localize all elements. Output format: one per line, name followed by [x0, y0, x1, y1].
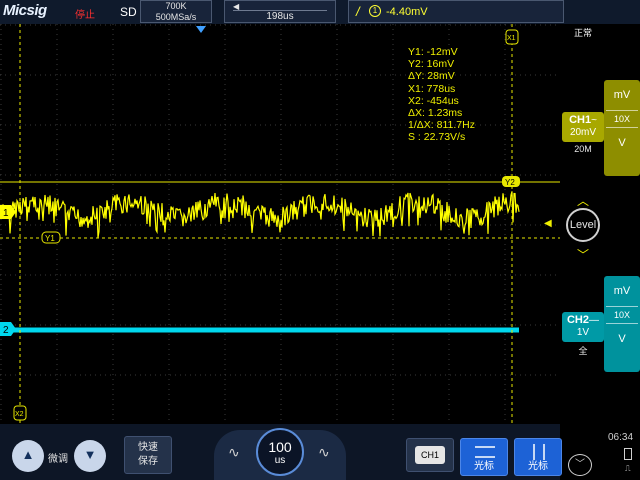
- ch1-label: CH1: [569, 114, 592, 126]
- timebase-increase-icon[interactable]: ∿: [318, 444, 330, 461]
- ch1-trace: [0, 191, 520, 238]
- quick-save-label-1: 快速: [138, 442, 158, 453]
- readout-dy: ΔY: 28mV: [408, 70, 455, 83]
- trigger-source: 1: [369, 5, 381, 17]
- bottom-toolbar: ▲ 微调 ▼ 快速 保存 ∿ 100 us ∿ CH1 光标 光标: [0, 424, 562, 480]
- acquisition-settings[interactable]: 700K 500MSa/s: [140, 0, 212, 23]
- ch2-scale-down[interactable]: V: [604, 324, 640, 354]
- quick-save-label-2: 保存: [138, 456, 158, 467]
- trigger-level-knob[interactable]: Level: [566, 208, 600, 242]
- trigger-level-up-icon[interactable]: ︿: [577, 192, 589, 209]
- right-panel: mV 10X V CH1~ 20mV 20M ︿ ◀ Level ﹀ mV 10…: [544, 24, 640, 480]
- waveform-display[interactable]: 1 2 Y2 Y1 X1 X2 Y1: -12mV Y2: 16mV ΔY: 2…: [0, 24, 560, 424]
- cursor-source-button[interactable]: CH1: [406, 438, 454, 472]
- clock: 06:34: [608, 432, 634, 443]
- ch2-scale-up[interactable]: mV: [604, 276, 640, 306]
- readout-inv-dx: 1/ΔX: 811.7Hz: [408, 119, 475, 132]
- ch2-scale: 1V: [576, 327, 590, 338]
- ch1-card[interactable]: CH1~ 20mV 20M: [562, 112, 604, 154]
- readout-x1: X1: 778us: [408, 82, 456, 95]
- fine-adjust-label: 微调: [48, 454, 68, 465]
- vertical-cursor-label: 光标: [528, 461, 548, 472]
- ch2-probe-ratio[interactable]: 10X: [606, 306, 638, 324]
- ch1-coupling: ~: [591, 115, 597, 126]
- fine-up-button[interactable]: ▲: [12, 440, 44, 472]
- trigger-level-down-icon[interactable]: ﹀: [577, 246, 589, 263]
- trigger-level: -4.40mV: [386, 6, 428, 18]
- trigger-settings-box[interactable]: / 1 -4.40mV: [348, 0, 564, 23]
- timebase-dial[interactable]: 100 us: [256, 428, 304, 476]
- readout-y2: Y2: 16mV: [408, 58, 455, 71]
- waveform-canvas: 1 2 Y2 Y1 X1 X2: [0, 24, 560, 424]
- brand-logo: Micsig: [3, 2, 47, 19]
- up-arrow-icon: ▲: [21, 447, 35, 462]
- horizontal-cursor-label: 光标: [474, 461, 494, 472]
- timebase-unit: us: [274, 455, 286, 466]
- run-state[interactable]: 停止: [75, 6, 95, 21]
- ch2-label: CH2: [566, 314, 589, 326]
- y1-marker: Y1: [45, 234, 55, 243]
- timebase-value: 100: [268, 439, 292, 455]
- readout-y1: Y1: -12mV: [408, 46, 458, 58]
- trigger-position-icon[interactable]: [196, 26, 206, 33]
- x1-marker: X1: [507, 35, 516, 42]
- usb-icon: ⎍: [625, 464, 631, 473]
- ch2-bandwidth: 全: [578, 346, 588, 356]
- timebase-decrease-icon[interactable]: ∿: [228, 444, 240, 461]
- battery-icon: [624, 448, 632, 460]
- ch1-scale-down[interactable]: V: [604, 128, 640, 158]
- ch1-scale-up[interactable]: mV: [604, 80, 640, 110]
- ch1-probe-ratio[interactable]: 10X: [606, 110, 638, 128]
- horizontal-cursor-button[interactable]: 光标: [460, 438, 508, 476]
- top-status-bar: Micsig 停止 SD 700K 500MSa/s ◀ 198us / 1 -…: [0, 0, 640, 24]
- ch1-label-box: CH1~ 20mV: [562, 112, 604, 142]
- ch2-marker: 2: [3, 325, 9, 336]
- ch2-label-box: CH2— 1V: [562, 312, 604, 342]
- ch2-card[interactable]: CH2— 1V 全: [562, 312, 604, 357]
- cursor-readout: Y1: -12mV Y2: 16mV ΔY: 28mV X1: 778us X2…: [408, 46, 475, 144]
- down-arrow-icon: ▼: [83, 447, 97, 462]
- rising-edge-icon: /: [356, 4, 360, 19]
- timebase-position-box[interactable]: ◀ 198us: [224, 0, 336, 23]
- trigger-level-arrow-icon: ◀: [544, 218, 552, 229]
- ch1-scale: 20mV: [569, 127, 597, 138]
- readout-x2: X2: -454us: [408, 94, 459, 107]
- left-arrow-icon: ◀: [233, 2, 240, 11]
- memory-depth: 700K: [165, 1, 187, 11]
- acquisition-mode[interactable]: SD: [120, 5, 137, 19]
- ch1-marker: 1: [3, 208, 9, 219]
- cursor-source-label: CH1: [415, 446, 445, 464]
- quick-save-button[interactable]: 快速 保存: [124, 436, 172, 474]
- ch1-bandwidth: 20M: [574, 144, 592, 154]
- readout-slope: S : 22.73V/s: [408, 131, 466, 144]
- timebase-position: 198us: [266, 11, 294, 22]
- x2-marker: X2: [15, 411, 24, 418]
- readout-dx: ΔX: 1.23ms: [408, 107, 463, 120]
- y2-marker: Y2: [505, 178, 515, 187]
- ch2-vertical-scale-panel[interactable]: mV 10X V: [604, 276, 640, 372]
- fine-down-button[interactable]: ▼: [74, 440, 106, 472]
- timebase-knob[interactable]: ∿ 100 us ∿: [214, 428, 346, 480]
- ch1-vertical-scale-panel[interactable]: mV 10X V: [604, 80, 640, 176]
- ch2-coupling: —: [589, 315, 599, 326]
- menu-collapse-icon[interactable]: ﹀: [568, 454, 592, 476]
- vertical-cursor-button[interactable]: 光标: [514, 438, 562, 476]
- sample-rate: 500MSa/s: [155, 11, 197, 22]
